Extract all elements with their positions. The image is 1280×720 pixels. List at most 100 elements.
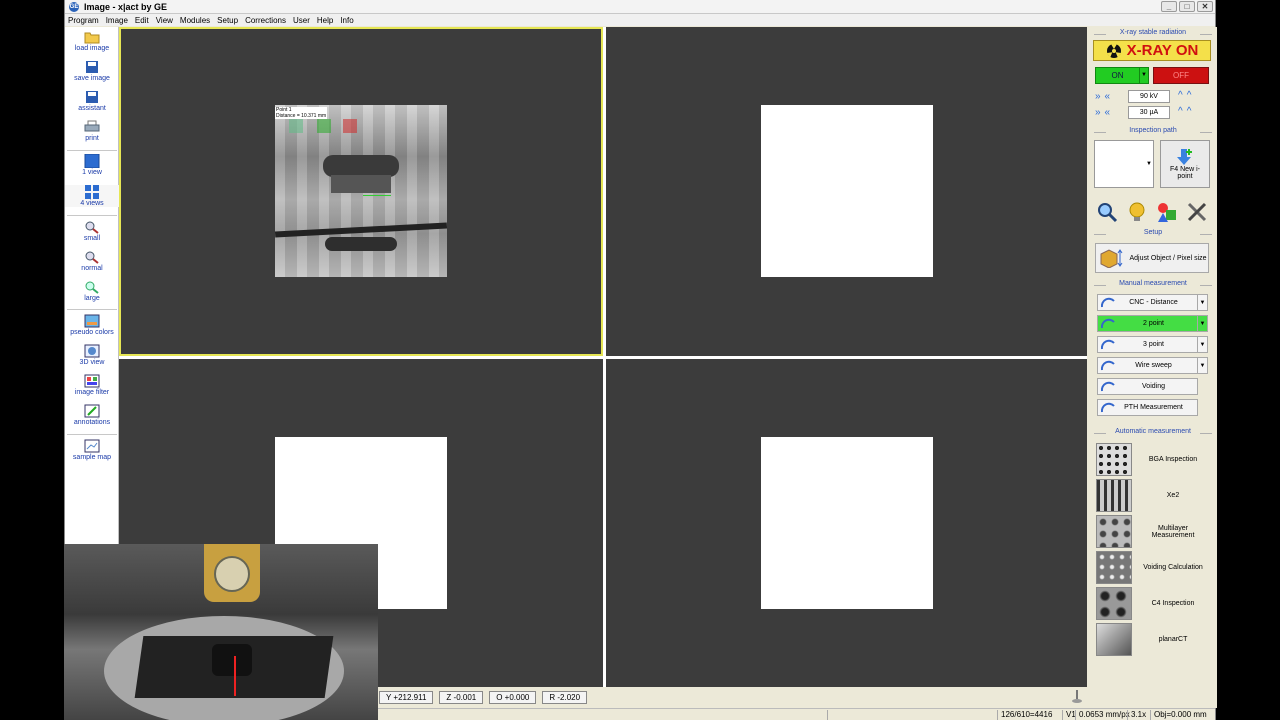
print-button[interactable]: print <box>65 120 119 142</box>
magnifier-normal-icon <box>85 251 99 264</box>
chevron-down-icon[interactable]: ▼ <box>1197 295 1207 310</box>
voiding-thumbnail <box>1096 551 1132 584</box>
pencil-icon <box>84 404 100 418</box>
measurement-line <box>363 195 391 196</box>
menu-help[interactable]: Help <box>317 16 333 25</box>
viewport-top-left[interactable]: Point 1 Distance = 10.371 mm <box>119 27 603 356</box>
ge-logo-icon: GE <box>69 1 79 12</box>
image-filter-button[interactable]: image filter <box>65 374 119 396</box>
c4-thumbnail <box>1096 587 1132 620</box>
3d-view-button[interactable]: 3D view <box>65 344 119 366</box>
zoom-level: 3.1x <box>1127 710 1146 720</box>
overlay-move-icon[interactable] <box>289 119 303 133</box>
empty-image <box>761 105 933 277</box>
bulb-icon[interactable] <box>1125 200 1149 224</box>
close-button[interactable]: ✕ <box>1197 1 1213 12</box>
pth-measurement-button[interactable]: PTH Measurement <box>1097 399 1198 416</box>
toolbar-divider <box>67 309 117 310</box>
printer-icon <box>84 120 100 132</box>
folder-icon <box>84 32 100 44</box>
voiding-calculation-button[interactable]: Voiding Calculation <box>1096 550 1210 585</box>
zoom-large-button[interactable]: large <box>65 280 119 302</box>
filter-icon <box>84 374 100 388</box>
search-icon[interactable] <box>1095 200 1119 224</box>
multilayer-measurement-button[interactable]: Multilayer Measurement <box>1096 514 1210 549</box>
object-offset: Obj=0.000 mm <box>1150 710 1207 720</box>
pixel-readout: 126/610=4416 <box>997 710 1052 720</box>
xe2-thumbnail <box>1096 479 1132 512</box>
voiding-button[interactable]: Voiding <box>1097 378 1198 395</box>
three-point-button[interactable]: 3 point ▼ <box>1097 336 1208 353</box>
overlay-delete-icon[interactable] <box>343 119 357 133</box>
pixel-scale: 0.0653 mm/px <box>1075 710 1130 720</box>
maximize-button[interactable]: □ <box>1179 1 1195 12</box>
bga-inspection-button[interactable]: BGA Inspection <box>1096 442 1210 477</box>
zoom-small-button[interactable]: small <box>65 220 119 242</box>
load-image-button[interactable]: load image <box>65 30 119 52</box>
pseudo-colors-button[interactable]: pseudo colors <box>65 314 119 336</box>
menu-view[interactable]: View <box>156 16 173 25</box>
kv-field[interactable]: 90 kV <box>1128 90 1170 103</box>
measure-icon <box>1100 381 1115 391</box>
zoom-normal-button[interactable]: normal <box>65 250 119 272</box>
menu-info[interactable]: Info <box>340 16 353 25</box>
menu-setup[interactable]: Setup <box>217 16 238 25</box>
save-image-button[interactable]: save image <box>65 60 119 82</box>
tools-icon[interactable] <box>1185 200 1209 224</box>
xray-on-dropdown[interactable]: ▼ <box>1139 68 1148 83</box>
xe2-button[interactable]: Xe2 <box>1096 478 1210 513</box>
viewport-top-right[interactable] <box>606 27 1087 356</box>
annotations-button[interactable]: annotations <box>65 404 119 426</box>
adjust-object-button[interactable]: Adjust Object / Pixel size <box>1095 243 1209 273</box>
measure-icon <box>1100 318 1115 328</box>
view-indicator: V1 <box>1062 710 1076 720</box>
r-coordinate: R -2.020 <box>542 690 588 704</box>
inspection-section-title[interactable]: Inspection path <box>1094 127 1212 134</box>
multilayer-thumbnail <box>1096 515 1132 548</box>
chevron-down-icon[interactable]: ▼ <box>1197 358 1207 373</box>
xray-on-button[interactable]: ON ▼ <box>1095 67 1149 84</box>
minimize-button[interactable]: _ <box>1161 1 1177 12</box>
viewport-bottom-right[interactable] <box>606 359 1087 687</box>
ua-up-arrows[interactable]: ^^ <box>1178 106 1195 117</box>
menu-modules[interactable]: Modules <box>180 16 210 25</box>
menu-image[interactable]: Image <box>106 16 128 25</box>
menu-program[interactable]: Program <box>68 16 99 25</box>
menu-user[interactable]: User <box>293 16 310 25</box>
floppy-assistant-icon <box>86 91 98 103</box>
kv-down-arrows[interactable]: »« <box>1095 91 1114 102</box>
planarct-button[interactable]: planarCT <box>1096 622 1210 657</box>
menu-edit[interactable]: Edit <box>135 16 149 25</box>
shapes-icon[interactable] <box>1155 200 1179 224</box>
kv-up-arrows[interactable]: ^^ <box>1178 90 1195 101</box>
ua-field[interactable]: 30 µA <box>1128 106 1170 119</box>
joystick-icon[interactable] <box>1071 689 1083 703</box>
z-coordinate: Z -0.001 <box>439 690 484 704</box>
measure-icon <box>1100 339 1115 349</box>
c4-inspection-button[interactable]: C4 Inspection <box>1096 586 1210 621</box>
measure-icon <box>1100 360 1115 370</box>
sample-map-button[interactable]: sample map <box>65 439 119 461</box>
chevron-down-icon[interactable]: ▼ <box>1197 337 1207 352</box>
xray-off-button[interactable]: OFF <box>1153 67 1209 84</box>
inspection-path-select[interactable]: ▼ <box>1094 140 1154 188</box>
measure-icon <box>1100 402 1115 412</box>
chevron-down-icon[interactable]: ▼ <box>1197 316 1207 331</box>
assistant-button[interactable]: assistant <box>65 90 119 112</box>
cnc-distance-button[interactable]: CNC - Distance ▼ <box>1097 294 1208 311</box>
one-view-button[interactable]: 1 view <box>65 154 119 176</box>
y-coordinate: Y +212.911 <box>379 690 434 704</box>
laser-line <box>234 656 236 696</box>
new-ipoint-button[interactable]: F4 New i-point <box>1160 140 1210 188</box>
automatic-section-title: Automatic measurement <box>1094 428 1212 435</box>
four-views-button[interactable]: 4 views <box>65 185 119 207</box>
overlay-confirm-icon[interactable] <box>317 119 331 133</box>
radiation-icon <box>1106 43 1121 58</box>
arrow-down-plus-icon <box>1177 149 1192 165</box>
ua-down-arrows[interactable]: »« <box>1095 107 1114 118</box>
two-point-button[interactable]: 2 point ▼ <box>1097 315 1208 332</box>
xray-image: Point 1 Distance = 10.371 mm <box>274 105 448 277</box>
wire-sweep-button[interactable]: Wire sweep ▼ <box>1097 357 1208 374</box>
planarct-thumbnail <box>1096 623 1132 656</box>
menu-corrections[interactable]: Corrections <box>245 16 286 25</box>
